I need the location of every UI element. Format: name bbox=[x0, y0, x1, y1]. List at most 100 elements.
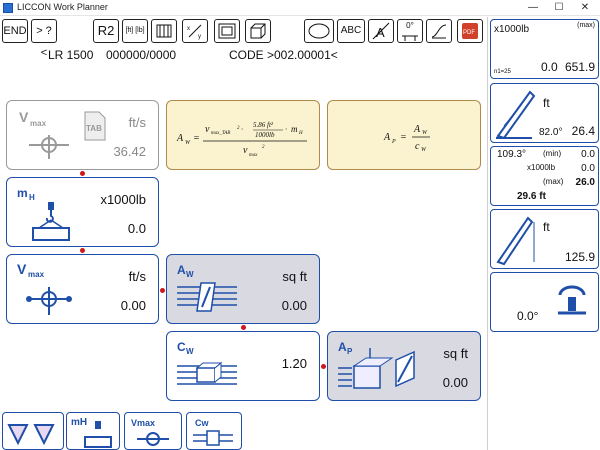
close-button[interactable]: ✕ bbox=[572, 0, 598, 16]
nav-mh-button[interactable]: mH bbox=[66, 412, 120, 450]
svg-text:v: v bbox=[243, 145, 248, 156]
ellipse-icon bbox=[308, 23, 330, 39]
curve-icon bbox=[431, 24, 447, 39]
radius-panel[interactable]: ft 82.0° 26.4 bbox=[490, 83, 599, 143]
range-min-value: 0.0 bbox=[581, 149, 595, 160]
wind-speed-icon: Vmax bbox=[131, 418, 169, 446]
ap-unit: sq ft bbox=[443, 346, 468, 361]
svg-text:=: = bbox=[193, 133, 200, 144]
formula-aw-panel: A W = v max_TAB 2 · 5.86 ft² 1000lb · m … bbox=[166, 100, 320, 170]
triangle-down-icon bbox=[7, 424, 55, 446]
abc-button[interactable]: ABC bbox=[337, 19, 365, 43]
load-max: 651.9 bbox=[564, 60, 595, 74]
svg-text:Vmax: Vmax bbox=[131, 418, 155, 428]
radius-value: 26.4 bbox=[571, 124, 595, 138]
link-dot bbox=[321, 364, 326, 369]
goto-button[interactable]: > ? < bbox=[31, 19, 57, 59]
range-max-value: 26.0 bbox=[575, 177, 595, 188]
svg-text:x: x bbox=[187, 26, 190, 32]
svg-text:W: W bbox=[185, 140, 191, 146]
svg-text:W: W bbox=[186, 347, 194, 356]
r2-button[interactable]: R2 bbox=[93, 19, 119, 43]
range-mid-value: 0.0 bbox=[581, 163, 595, 174]
svg-text:1000lb: 1000lb bbox=[255, 131, 275, 139]
level-icon bbox=[402, 35, 418, 41]
toolbar: END > ? < R2 [ft] [lb] xy ABC A 0° PDF bbox=[0, 17, 487, 59]
ap-panel[interactable]: A P sq ft 0.00 bbox=[327, 331, 481, 401]
svg-text:max: max bbox=[28, 270, 45, 279]
text-edit-button[interactable]: A bbox=[368, 19, 394, 43]
slew-value: 0.0° bbox=[517, 309, 539, 323]
axis-icon: xy bbox=[187, 24, 202, 40]
axis-button[interactable]: xy bbox=[182, 19, 208, 43]
svg-text:v: v bbox=[205, 124, 210, 135]
svg-text:m: m bbox=[291, 124, 298, 134]
svg-text:TAB: TAB bbox=[86, 124, 102, 133]
angle-button[interactable]: 0° bbox=[397, 19, 423, 43]
aw-unit: sq ft bbox=[282, 269, 307, 284]
svg-text:max: max bbox=[249, 153, 258, 158]
boom-angle: 82.0° bbox=[539, 127, 563, 138]
load-panel[interactable]: x1000lb (max) n1=25 0.0 651.9 bbox=[490, 19, 599, 79]
mh-unit: x1000lb bbox=[100, 192, 146, 207]
vmax-tab-panel[interactable]: V max TAB ft/s 36.42 bbox=[6, 100, 159, 170]
cube-button[interactable] bbox=[245, 19, 271, 43]
wind-speed-icon: V max bbox=[17, 261, 72, 315]
nav-warning-button[interactable] bbox=[2, 412, 64, 450]
code-label: CODE >002.00001< bbox=[229, 48, 338, 62]
svg-text:C: C bbox=[177, 340, 186, 354]
svg-text:2: 2 bbox=[262, 145, 265, 150]
slew-icon bbox=[558, 285, 586, 315]
ellipse-button[interactable] bbox=[304, 19, 334, 43]
wind-area-icon: A W bbox=[177, 263, 237, 312]
crane-model: LR 1500 bbox=[48, 48, 94, 62]
project-number: 000000/0000 bbox=[106, 48, 177, 62]
mh-value: 0.0 bbox=[127, 221, 146, 236]
text-slash-icon: A bbox=[372, 22, 390, 40]
frame-button[interactable] bbox=[214, 19, 240, 43]
svg-text:V: V bbox=[19, 109, 29, 125]
svg-text:2: 2 bbox=[237, 126, 240, 131]
projected-area-icon: A P bbox=[338, 340, 415, 389]
pdf-button[interactable]: PDF bbox=[457, 19, 483, 43]
cw-panel[interactable]: C W 1.20 bbox=[166, 331, 320, 401]
svg-text:max: max bbox=[30, 119, 47, 128]
vmax-panel[interactable]: V max ft/s 0.00 bbox=[6, 254, 159, 324]
minimize-button[interactable]: — bbox=[520, 0, 546, 16]
drag-coefficient-icon: Cw bbox=[193, 418, 233, 446]
hook-load-icon: m H bbox=[17, 186, 70, 241]
title-bar: LICCON Work Planner — ☐ ✕ bbox=[0, 0, 600, 16]
units-button[interactable]: [ft] [lb] bbox=[122, 19, 148, 43]
slew-panel[interactable]: 0.0° bbox=[490, 272, 599, 332]
boom-height-icon bbox=[496, 216, 535, 266]
svg-text:A: A bbox=[376, 25, 385, 40]
maximize-button[interactable]: ☐ bbox=[546, 0, 572, 16]
svg-text:=: = bbox=[400, 132, 407, 143]
vmax-tab-unit: ft/s bbox=[128, 115, 146, 130]
svg-text:W: W bbox=[422, 130, 428, 136]
mh-panel[interactable]: m H x1000lb 0.0 bbox=[6, 177, 159, 247]
load-n1: n1=25 bbox=[494, 69, 511, 75]
svg-text:y: y bbox=[198, 34, 201, 40]
working-range-panel[interactable]: 109.3° (min) 0.0 x1000lb 0.0 (max) 26.0 … bbox=[490, 146, 599, 206]
svg-text:P: P bbox=[347, 347, 353, 356]
svg-text:PDF: PDF bbox=[463, 30, 475, 36]
range-radius: 29.6 ft bbox=[517, 191, 546, 202]
formula-ap-panel: A P = A W c W bbox=[327, 100, 481, 170]
vmax-tab-icon: V max TAB bbox=[19, 109, 106, 159]
range-angle: 109.3° bbox=[497, 149, 527, 160]
svg-text:W: W bbox=[186, 270, 194, 279]
aw-panel[interactable]: A W sq ft 0.00 bbox=[166, 254, 320, 324]
height-value: 125.9 bbox=[564, 250, 595, 264]
cube-icon bbox=[250, 23, 266, 39]
crane-view-button[interactable] bbox=[151, 19, 177, 43]
nav-vmax-button[interactable]: Vmax bbox=[124, 412, 182, 450]
curve-button[interactable] bbox=[426, 19, 452, 43]
nav-cw-button[interactable]: Cw bbox=[186, 412, 242, 450]
ap-value: 0.00 bbox=[442, 375, 468, 390]
svg-text:·: · bbox=[285, 125, 287, 134]
formula-ap: A P = A W c W bbox=[383, 124, 430, 153]
range-unit: x1000lb bbox=[527, 163, 556, 172]
height-panel[interactable]: ft 125.9 bbox=[490, 209, 599, 269]
end-button[interactable]: END bbox=[2, 19, 28, 43]
